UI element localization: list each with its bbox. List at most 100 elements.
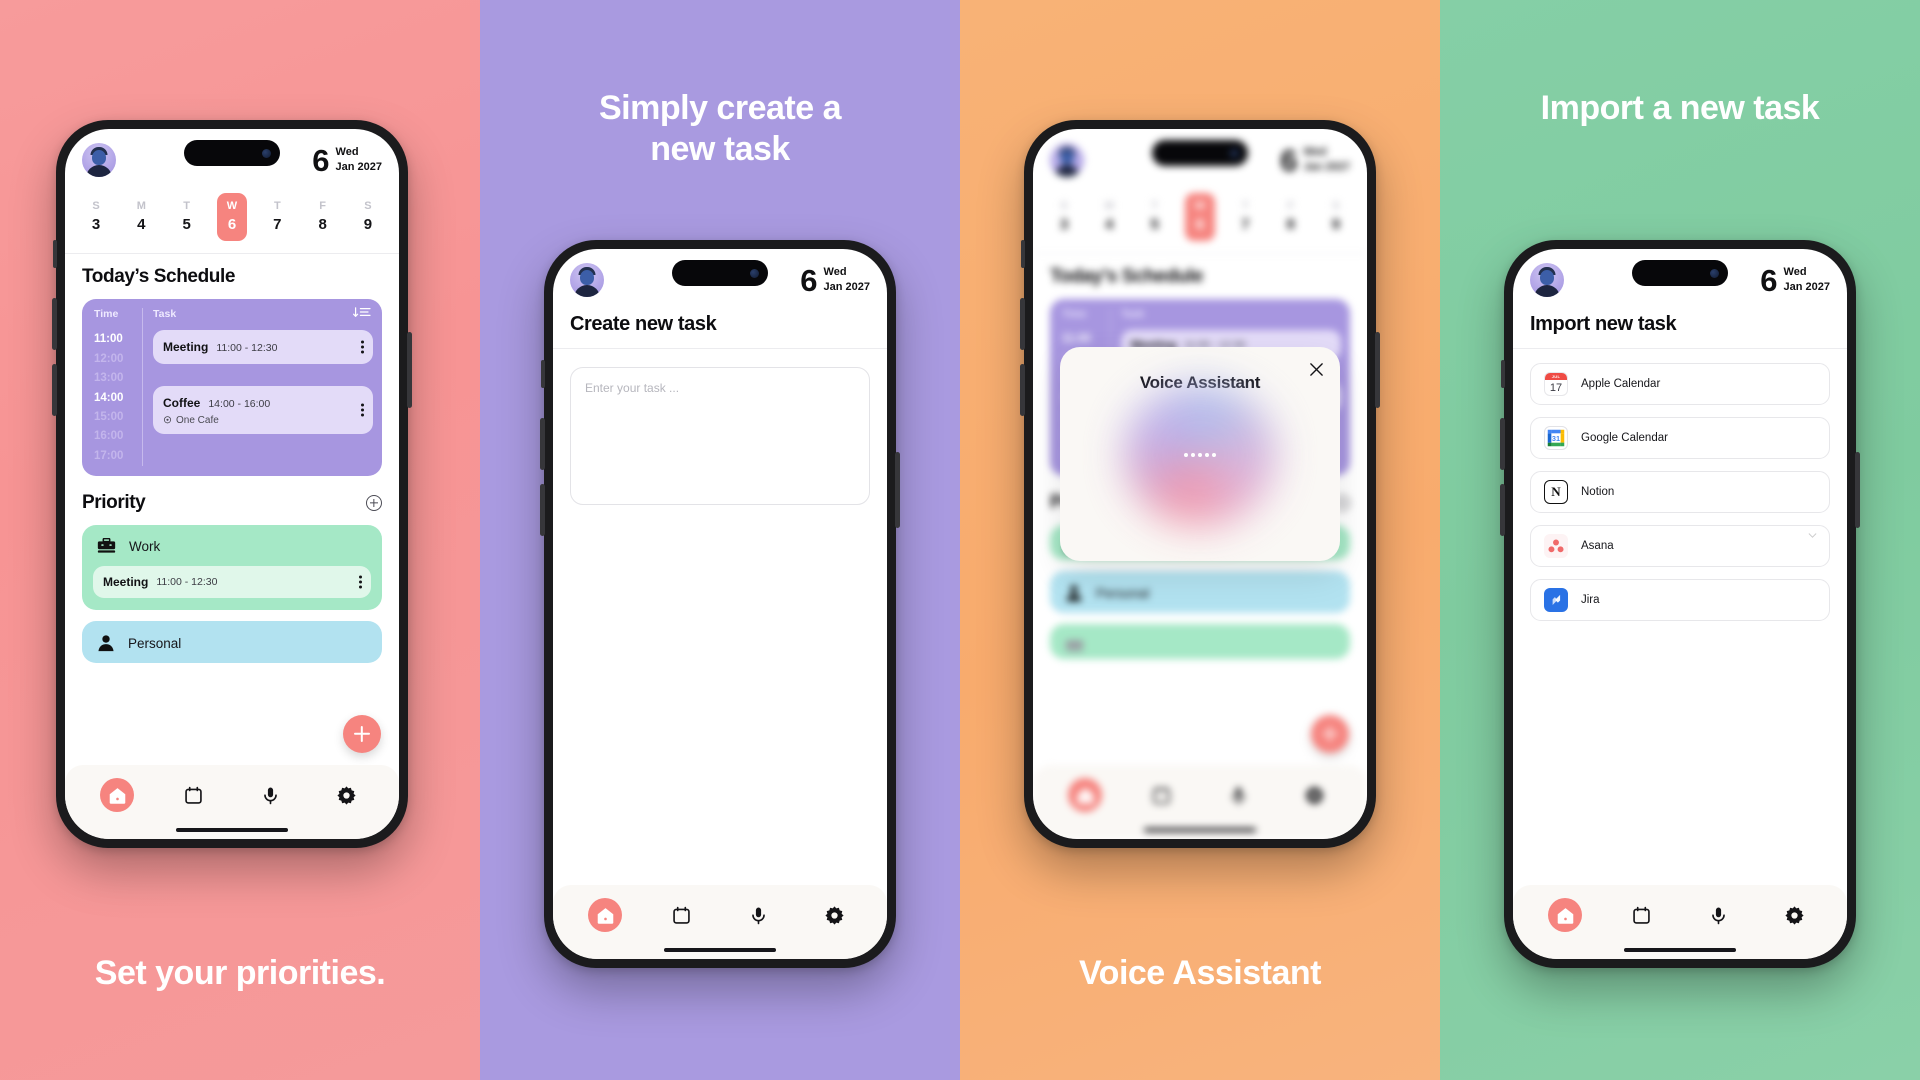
tab-home[interactable] [100,778,135,812]
column-header-time: Time [1062,307,1087,320]
volume-up-button[interactable] [540,418,545,470]
avatar[interactable] [82,143,116,177]
schedule-event-row[interactable]: Coffee 14:00 - 16:00 One Cafe [153,386,373,435]
tab-voice[interactable] [1221,778,1255,812]
more-options-icon[interactable] [359,574,362,591]
date-weekday: Wed [823,266,847,279]
task-input[interactable]: Enter your task ... [570,367,870,505]
sort-icon[interactable] [353,306,371,319]
day-letter: T [1151,200,1159,212]
week-day-0[interactable]: S3 [81,193,111,241]
camera-icon [750,268,759,278]
volume-up-button[interactable] [52,298,57,350]
tab-home[interactable] [588,898,623,932]
week-day-4[interactable]: T7 [262,193,292,241]
person-icon [1066,585,1082,602]
create-task-header: Create new task [553,297,887,348]
import-source-jira[interactable]: Jira [1530,579,1830,621]
week-day-2[interactable]: T5 [172,193,202,241]
week-day-6[interactable]: S9 [1321,193,1351,241]
add-priority-button[interactable] [366,495,382,512]
date-weekday: Wed [1303,146,1327,159]
week-day-6[interactable]: S9 [353,193,383,241]
tab-voice[interactable] [741,898,775,932]
power-button[interactable] [895,452,900,528]
day-number: 8 [318,215,327,233]
microphone-icon [1711,907,1725,924]
avatar[interactable] [1530,263,1564,297]
event-name: Meeting [163,340,209,355]
home-indicator [1624,948,1736,952]
volume-up-button[interactable] [1020,298,1025,350]
tab-home[interactable] [1068,778,1103,812]
week-day-5[interactable]: F8 [308,193,338,241]
date-number: 6 [312,142,329,178]
volume-up-button[interactable] [1500,418,1505,470]
avatar[interactable] [570,263,604,297]
week-day-5[interactable]: F8 [1276,193,1306,241]
priority-group-personal[interactable]: Personal [82,621,382,664]
panel-create-task: Simply create a new task 6 Wed Jan 2027 [480,0,960,1080]
day-number: 3 [1059,215,1069,233]
date-display: 6 Wed Jan 2027 [1760,265,1830,296]
tab-voice[interactable] [253,778,287,812]
priority-group-work[interactable]: Work Meeting 11:00 - 12:30 [82,525,382,611]
import-source-google-calendar[interactable]: 31 Google Calendar [1530,417,1830,459]
week-day-2[interactable]: T5 [1140,193,1170,241]
apple-calendar-icon: JUL 17 [1544,372,1568,396]
add-task-fab[interactable] [1311,715,1349,753]
import-source-asana[interactable]: Asana [1530,525,1830,567]
silent-switch[interactable] [53,240,57,268]
add-task-fab[interactable] [343,715,381,753]
power-button[interactable] [407,332,412,408]
panel-voice-assistant: Voice Assistant 6 Wed Jan 2027 S 3 M 4 T… [960,0,1440,1080]
more-options-icon[interactable] [361,402,364,419]
day-letter: F [319,200,326,212]
silent-switch[interactable] [1501,360,1505,388]
silent-switch[interactable] [541,360,545,388]
priority-task-row[interactable]: Meeting 11:00 - 12:30 [93,566,371,599]
priority-group-personal[interactable]: Personal [1050,571,1350,614]
tab-voice[interactable] [1701,898,1735,932]
more-options-icon[interactable] [361,339,364,356]
power-button[interactable] [1375,332,1380,408]
tab-settings[interactable] [1298,778,1332,812]
tab-settings[interactable] [818,898,852,932]
import-source-apple-calendar[interactable]: JUL 17 Apple Calendar [1530,363,1830,405]
week-day-1[interactable]: M4 [126,193,156,241]
volume-down-button[interactable] [1020,364,1025,416]
day-letter: M [1104,200,1114,212]
week-day-1[interactable]: M4 [1094,193,1124,241]
week-day-0[interactable]: S3 [1049,193,1079,241]
panel-4-caption: Import a new task [1540,89,1820,127]
week-day-3-selected[interactable]: W6 [1184,193,1215,241]
tab-settings[interactable] [1778,898,1812,932]
tab-calendar[interactable] [1145,778,1179,812]
tab-calendar[interactable] [1625,898,1659,932]
tab-settings[interactable] [330,778,364,812]
day-number: 4 [1105,215,1114,233]
volume-down-button[interactable] [1500,484,1505,536]
close-icon[interactable] [1309,362,1324,377]
silent-switch[interactable] [1021,240,1025,268]
date-number: 6 [1760,262,1777,298]
priority-group-extra[interactable] [1050,624,1350,660]
tab-calendar[interactable] [665,898,699,932]
tab-calendar[interactable] [177,778,211,812]
chevron-down-icon[interactable] [1808,533,1817,538]
week-day-4[interactable]: T7 [1230,193,1260,241]
divider [553,348,887,349]
import-source-notion[interactable]: N Notion [1530,471,1830,513]
power-button[interactable] [1855,452,1860,528]
date-month-year: Jan 2027 [823,281,870,293]
volume-down-button[interactable] [52,364,57,416]
week-day-3-selected[interactable]: W6 [216,193,247,241]
panel-priorities: Set your priorities. 6 Wed Jan 2027 S 3 … [0,0,480,1080]
tab-home[interactable] [1548,898,1583,932]
schedule-event-row[interactable]: Meeting 11:00 - 12:30 [153,330,373,365]
page-title: Create new task [570,313,717,335]
svg-text:31: 31 [1552,434,1560,443]
volume-down-button[interactable] [540,484,545,536]
marketing-screens: Set your priorities. 6 Wed Jan 2027 S 3 … [0,0,1920,1080]
avatar[interactable] [1050,143,1084,177]
